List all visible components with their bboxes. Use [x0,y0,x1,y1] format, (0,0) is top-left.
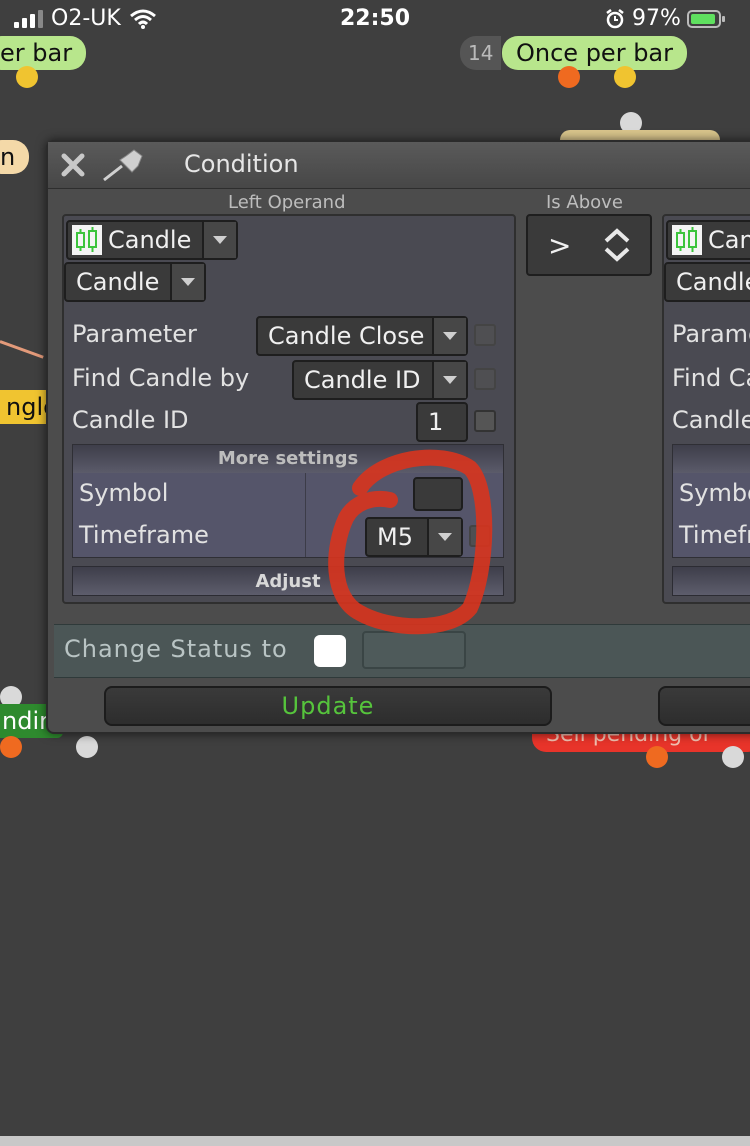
node-number: 14 [460,36,502,70]
dialog-titlebar[interactable]: Condition [48,142,750,189]
right-candle-id-label: Candle [672,406,750,434]
parameter-value: Candle Close [268,322,425,350]
secondary-button[interactable] [658,686,750,726]
carrier-group: O2-UK [14,6,157,31]
operator-value: > [548,228,572,262]
dropdown-arrow-icon[interactable] [432,362,466,398]
right-adjust-button[interactable] [672,566,750,596]
node-port[interactable] [614,66,636,88]
right-operand-panel: Can Candle Parame Find Ca Candle Symbo T… [662,214,750,604]
operator-selector[interactable]: > [526,214,652,276]
parameter-checkbox[interactable] [474,324,496,346]
right-find-by-label: Find Ca [672,364,750,392]
candle-id-input[interactable]: 1 [416,402,468,442]
parameter-dropdown[interactable]: Candle Close [256,316,468,356]
node-port[interactable] [722,746,744,768]
symbol-label: Symbol [79,479,169,507]
node-port[interactable] [0,736,22,758]
right-more-settings-toggle[interactable] [673,445,750,473]
condition-dialog: Condition Left Operand Candle Candle Par… [46,140,750,734]
battery-percent: 97% [632,6,681,31]
right-timeframe-label: Timefr [679,521,750,549]
connector-line [0,340,44,359]
clock: 22:50 [340,6,411,31]
left-operand-label: Left Operand [228,192,346,213]
battery-icon [686,9,725,28]
node-port[interactable] [76,736,98,758]
right-operand-subtype-dropdown[interactable]: Candle [664,262,750,302]
change-status-label: Change Status to [64,635,288,663]
right-more-settings-group: Symbo Timefr [672,444,750,558]
find-by-dropdown[interactable]: Candle ID [292,360,468,400]
alarm-icon [606,8,624,28]
home-indicator [0,1136,750,1146]
operand-type-dropdown[interactable]: Candle [66,220,238,260]
wifi-icon [129,9,156,29]
node-port[interactable] [646,746,668,768]
update-button[interactable]: Update [104,686,552,726]
node-port[interactable] [16,66,38,88]
status-right: 97% [604,6,725,31]
column-divider [305,473,306,557]
dropdown-arrow-icon[interactable] [432,318,466,354]
right-operand-type-value: Can [708,226,750,254]
close-icon[interactable] [58,150,88,180]
pin-icon[interactable] [98,148,150,184]
dialog-title: Condition [184,150,299,178]
dropdown-arrow-icon[interactable] [202,222,236,258]
node-pill-top-right[interactable]: Once per bar [502,36,687,70]
node-pill-left[interactable]: n [0,140,30,174]
candle-icon [72,225,102,255]
find-by-value: Candle ID [304,366,421,394]
operand-type-value: Candle [108,226,192,254]
parameter-label: Parameter [72,320,197,348]
signal-icon [14,9,43,28]
timeframe-label: Timeframe [79,521,209,549]
node-port[interactable] [558,66,580,88]
right-parameter-label: Parame [672,320,750,348]
candle-id-value: 1 [428,408,444,436]
operator-label: Is Above [546,192,623,213]
chevron-updown-icon[interactable] [600,225,634,265]
find-by-label: Find Candle by [72,364,250,392]
carrier-name: O2-UK [51,6,121,31]
candle-id-checkbox[interactable] [474,410,496,432]
annotation-circle [328,449,493,635]
dropdown-arrow-icon[interactable] [170,264,204,300]
right-symbol-label: Symbo [679,479,750,507]
node-pill-top-left[interactable]: er bar [0,36,87,70]
right-operand-subtype-value: Candle [676,268,750,296]
operand-subtype-value: Candle [76,268,160,296]
candle-id-label: Candle ID [72,406,189,434]
right-operand-type-dropdown[interactable]: Can [666,220,750,260]
status-color-swatch[interactable] [314,635,346,667]
candle-icon [672,225,702,255]
operand-subtype-dropdown[interactable]: Candle [64,262,206,302]
find-by-checkbox[interactable] [474,368,496,390]
